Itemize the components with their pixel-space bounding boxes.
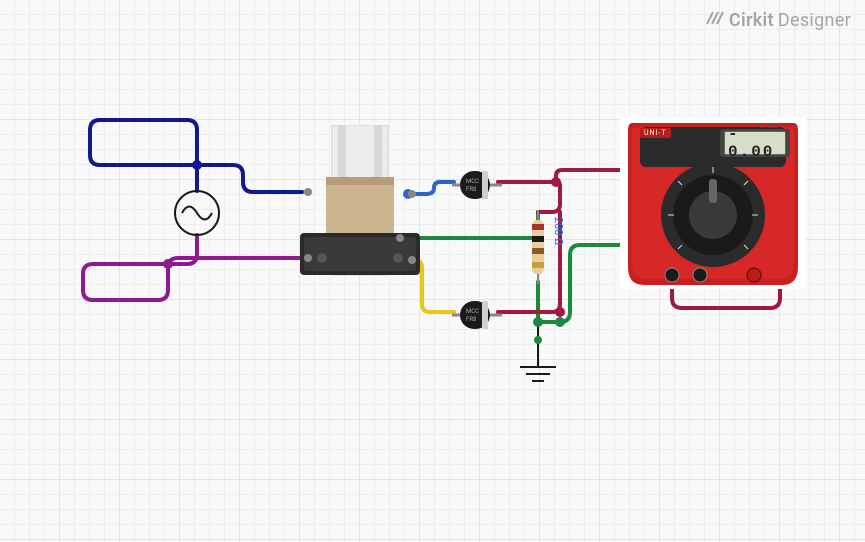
wire-maroon-d2 (498, 212, 560, 312)
multimeter-brand: UNI-T (640, 128, 671, 138)
svg-text:MCC: MCC (466, 308, 479, 315)
ground-symbol (520, 367, 556, 381)
diode-marking: MCC (466, 178, 479, 185)
watermark: Cirkit Designer (705, 10, 851, 31)
diode-2[interactable]: MCC FR8 (452, 297, 498, 333)
multimeter[interactable]: UNI-T UT33B - 0.00 (620, 117, 806, 289)
watermark-brand: Cirkit (729, 10, 774, 31)
wire-maroon-d1 (498, 182, 560, 212)
diode-1[interactable]: MCC FR8 (452, 167, 498, 203)
svg-text:FR8: FR8 (466, 186, 477, 193)
wire-purple (83, 235, 302, 300)
multimeter-display: - 0.00 (724, 131, 786, 155)
wire-darkblue (90, 120, 302, 192)
ac-source[interactable] (172, 188, 222, 238)
transformer[interactable] (300, 125, 420, 290)
watermark-suffix: Designer (778, 10, 851, 31)
hatch-icon (705, 10, 725, 31)
resistor-label: 200 Ω (552, 217, 565, 246)
resistor[interactable] (531, 210, 545, 284)
circuit-canvas[interactable]: Cirkit Designer (0, 0, 865, 542)
svg-text:FR8: FR8 (466, 316, 477, 323)
